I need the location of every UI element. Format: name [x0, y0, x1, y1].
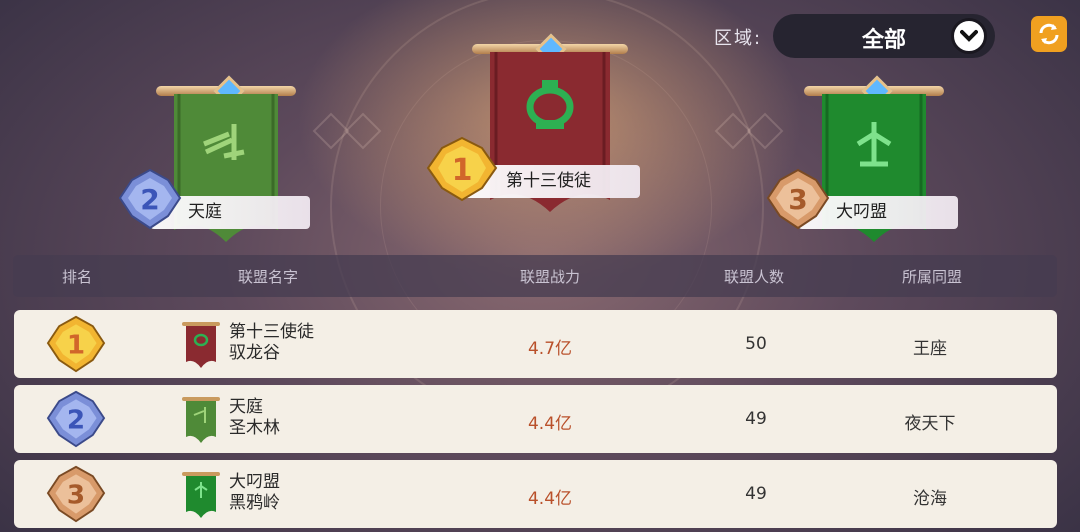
svg-text:1: 1 [67, 330, 85, 360]
alliance-parent: 夜天下 [904, 414, 956, 434]
alliance-name-text: 天庭 [229, 397, 263, 417]
region-label: 区域: [714, 28, 763, 49]
alliance-members: 49 [745, 484, 767, 504]
alliance-members: 49 [745, 409, 767, 429]
alliance-flag-icon [182, 472, 220, 522]
alliance-power: 4.4亿 [527, 414, 573, 434]
alliance-flag-icon [182, 397, 220, 447]
header-members: 联盟人数 [723, 268, 784, 286]
svg-text:3: 3 [788, 183, 807, 216]
alliance-name-text: 第十三使徒 [229, 322, 314, 342]
rank-2-medal-icon: 2 [118, 168, 182, 234]
rank-2-medal-icon: 2 [46, 390, 106, 452]
svg-text:2: 2 [67, 405, 85, 435]
alliance-parent: 沧海 [913, 489, 947, 509]
table-row[interactable]: 2 天庭 圣木林 4.4亿 49 夜天下 [14, 385, 1057, 453]
header-power: 联盟战力 [519, 268, 580, 286]
refresh-button[interactable] [1031, 16, 1067, 52]
svg-text:1: 1 [452, 153, 473, 188]
alliance-power: 4.7亿 [527, 339, 573, 359]
alliance-power: 4.4亿 [527, 489, 573, 509]
ranking-table-header: 排名 联盟名字 联盟战力 联盟人数 所属同盟 [13, 255, 1057, 297]
alliance-name: 第十三使徒 驭龙谷 [229, 322, 314, 364]
alliance-server-text: 驭龙谷 [229, 343, 280, 363]
alliance-members: 50 [745, 334, 767, 354]
alliance-server-text: 黑鸦岭 [229, 493, 280, 513]
region-dropdown[interactable]: 全部 [773, 14, 995, 58]
rank-1-medal-icon: 1 [46, 315, 106, 377]
rank-1-medal-icon: 1 [424, 136, 500, 206]
alliance-parent: 王座 [913, 339, 947, 359]
alliance-name: 大叼盟 黑鸦岭 [229, 472, 280, 514]
alliance-server-text: 圣木林 [229, 418, 280, 438]
header-name: 联盟名字 [237, 268, 298, 286]
table-row[interactable]: 3 大叼盟 黑鸦岭 4.4亿 49 沧海 [14, 460, 1057, 528]
chevron-down-icon[interactable] [951, 18, 987, 54]
alliance-name: 天庭 圣木林 [229, 397, 280, 439]
svg-text:2: 2 [140, 183, 159, 216]
refresh-icon [1039, 23, 1059, 45]
rank-3-medal-icon: 3 [766, 168, 830, 234]
rank-3-medal-icon: 3 [46, 465, 106, 527]
header-parent: 所属同盟 [901, 268, 962, 286]
header-rank: 排名 [61, 268, 92, 286]
alliance-name-text: 大叼盟 [229, 472, 280, 492]
table-row[interactable]: 1 第十三使徒 驭龙谷 4.7亿 50 王座 [14, 310, 1057, 378]
alliance-flag-icon [182, 322, 220, 372]
svg-text:3: 3 [67, 480, 85, 510]
